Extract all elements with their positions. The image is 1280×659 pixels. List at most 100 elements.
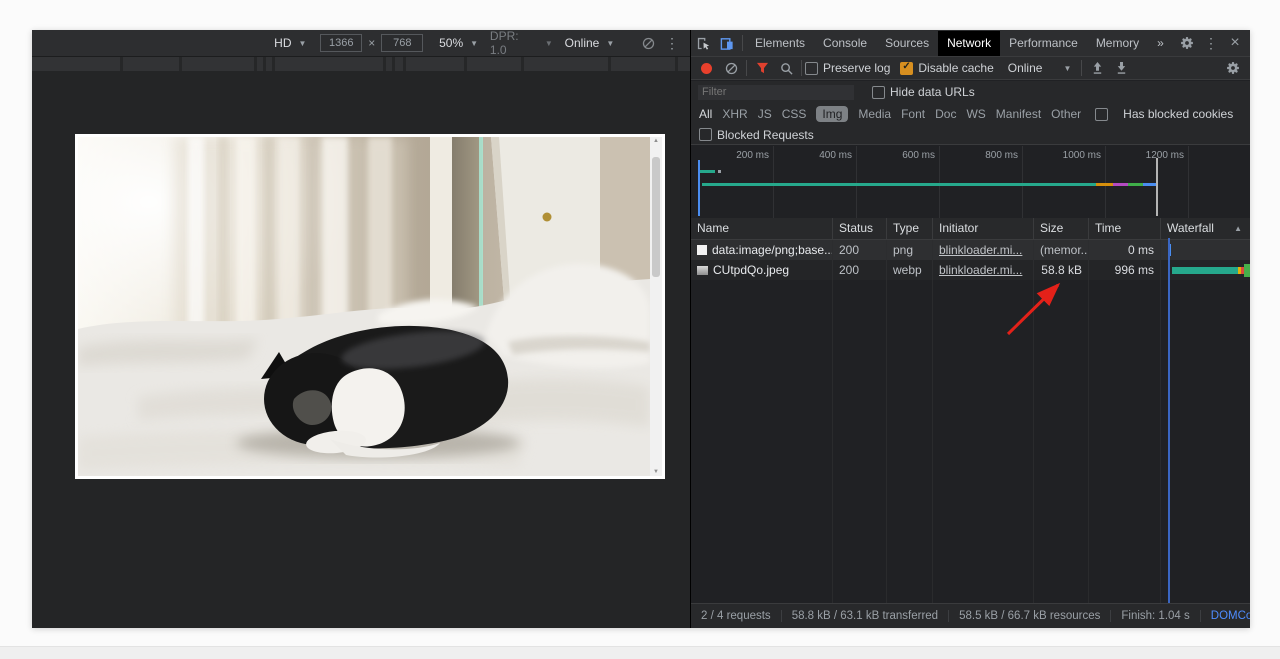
gear-icon[interactable] — [1221, 56, 1245, 80]
filter-funnel-icon[interactable] — [750, 56, 774, 80]
hide-data-urls-checkbox[interactable] — [872, 86, 885, 99]
timeline-tick: 1200 ms — [1124, 150, 1184, 161]
dimension-times-label: × — [368, 36, 375, 50]
request-size: (memor... — [1034, 240, 1089, 260]
resources-size: 58.5 kB / 66.7 kB resources — [949, 610, 1111, 622]
filter-input[interactable] — [698, 85, 854, 100]
search-icon[interactable] — [774, 56, 798, 80]
type-filter-css[interactable]: CSS — [782, 107, 807, 121]
request-name: CUtpdQo.jpeg — [713, 260, 789, 280]
gear-icon[interactable] — [1175, 31, 1199, 55]
request-waterfall-cell — [1161, 240, 1250, 260]
timeline-tick: 600 ms — [875, 150, 935, 161]
record-icon[interactable] — [701, 63, 712, 74]
table-header-row: Name Status Type Initiator Size Time Wat… — [691, 218, 1250, 240]
page-header-strip — [32, 57, 690, 71]
request-time: 0 ms — [1089, 240, 1161, 260]
requests-table: Name Status Type Initiator Size Time Wat… — [691, 218, 1250, 604]
type-filter-all[interactable]: All — [699, 107, 712, 121]
photo-cat-on-bed — [78, 137, 650, 476]
network-status-bar: 2 / 4 requests 58.8 kB / 63.1 kB transfe… — [691, 603, 1250, 628]
viewport-height-input[interactable] — [381, 34, 423, 52]
close-icon[interactable]: × — [1223, 31, 1247, 55]
page-photo-frame: ▲ ▼ — [75, 134, 665, 479]
tab-network[interactable]: Network — [938, 31, 1000, 56]
import-har-icon[interactable] — [1085, 56, 1109, 80]
sort-ascending-icon: ▲ — [1234, 218, 1242, 239]
type-filter-manifest[interactable]: Manifest — [996, 107, 1041, 121]
chevron-down-icon: ▼ — [470, 39, 478, 48]
throttling-label: Online — [1008, 61, 1043, 75]
timeline-tick: 200 ms — [709, 150, 769, 161]
export-har-icon[interactable] — [1109, 56, 1133, 80]
type-filter-doc[interactable]: Doc — [935, 107, 956, 121]
type-filter-js[interactable]: JS — [758, 107, 772, 121]
devtools-tabbar: Elements Console Sources Network Perform… — [691, 30, 1250, 57]
dcl-marker-line — [698, 160, 700, 216]
column-header-time[interactable]: Time — [1089, 218, 1161, 239]
dpr-dropdown[interactable]: DPR: 1.0 ▼ — [490, 30, 553, 57]
tab-memory[interactable]: Memory — [1087, 31, 1148, 56]
scroll-down-icon[interactable]: ▼ — [653, 468, 659, 476]
timeline-tick: 1000 ms — [1041, 150, 1101, 161]
viewport-width-input[interactable] — [320, 34, 362, 52]
table-row[interactable]: CUtpdQo.jpeg 200 webp blinkloader.mi... … — [691, 260, 1250, 280]
table-row[interactable]: data:image/png;base... 200 png blinkload… — [691, 240, 1250, 260]
inspect-cursor-icon[interactable] — [691, 31, 715, 55]
type-filter-ws[interactable]: WS — [966, 107, 985, 121]
tab-sources[interactable]: Sources — [876, 31, 938, 56]
scrollbar-thumb[interactable] — [652, 157, 660, 277]
request-initiator-link[interactable]: blinkloader.mi... — [939, 243, 1022, 257]
data-url-file-icon — [697, 245, 707, 255]
request-waterfall-cell — [1161, 260, 1250, 280]
device-throttle-dropdown[interactable]: Online ▼ — [565, 36, 615, 50]
column-header-waterfall[interactable]: Waterfall ▲ — [1161, 218, 1250, 239]
overview-bar-request-2 — [702, 183, 1096, 186]
requests-count: 2 / 4 requests — [691, 610, 782, 622]
photo-scrollbar[interactable]: ▲ ▼ — [650, 137, 662, 476]
has-blocked-cookies-checkbox[interactable] — [1095, 108, 1108, 121]
type-filter-other[interactable]: Other — [1051, 107, 1081, 121]
scroll-up-icon[interactable]: ▲ — [653, 137, 659, 145]
blocked-requests-checkbox[interactable] — [699, 128, 712, 141]
column-header-status[interactable]: Status — [833, 218, 887, 239]
request-status: 200 — [833, 240, 887, 260]
finish-marker-line — [1156, 158, 1158, 216]
request-size: 58.8 kB — [1034, 260, 1089, 280]
blocked-requests-row: Blocked Requests — [691, 125, 1250, 145]
device-toolbar-icon[interactable] — [715, 31, 739, 55]
disable-cache-checkbox[interactable] — [900, 62, 913, 75]
kebab-menu-icon[interactable]: ⋮ — [1199, 31, 1223, 55]
blocked-requests-label: Blocked Requests — [717, 128, 814, 142]
preserve-log-checkbox[interactable] — [805, 62, 818, 75]
type-filter-media[interactable]: Media — [858, 107, 891, 121]
throttling-dropdown[interactable]: Online ▼ — [1008, 61, 1072, 75]
tab-performance[interactable]: Performance — [1000, 31, 1087, 56]
type-filter-img[interactable]: Img — [816, 106, 848, 122]
kebab-menu-icon[interactable]: ⋮ — [660, 31, 684, 55]
column-header-size[interactable]: Size — [1034, 218, 1089, 239]
waterfall-dcl-marker-line — [1168, 238, 1170, 604]
device-preset-dropdown[interactable]: HD ▼ — [274, 36, 306, 50]
clear-icon[interactable] — [719, 56, 743, 80]
column-header-name[interactable]: Name — [691, 218, 833, 239]
chevron-down-icon: ▼ — [299, 39, 307, 48]
filter-row: Hide data URLs — [691, 81, 1250, 103]
zoom-dropdown[interactable]: 50% ▼ — [439, 36, 478, 50]
type-filter-xhr[interactable]: XHR — [722, 107, 747, 121]
browser-window: HD ▼ × 50% ▼ DPR: 1.0 ▼ Online ▼ — [32, 30, 1250, 628]
column-header-initiator[interactable]: Initiator — [933, 218, 1034, 239]
more-tabs-button[interactable]: » — [1148, 31, 1173, 56]
tab-console[interactable]: Console — [814, 31, 876, 56]
tab-elements[interactable]: Elements — [746, 31, 814, 56]
request-initiator-link[interactable]: blinkloader.mi... — [939, 263, 1022, 277]
hide-data-urls-label: Hide data URLs — [890, 85, 975, 99]
block-icon[interactable] — [636, 31, 660, 55]
network-overview-timeline[interactable]: 200 ms 400 ms 600 ms 800 ms 1000 ms 1200… — [691, 146, 1250, 219]
emulated-viewport: HD ▼ × 50% ▼ DPR: 1.0 ▼ Online ▼ — [32, 30, 690, 628]
dom-content-loaded-time: DOMContentLoaded: — [1201, 610, 1250, 622]
chevron-down-icon: ▼ — [606, 39, 614, 48]
type-filter-font[interactable]: Font — [901, 107, 925, 121]
column-header-type[interactable]: Type — [887, 218, 933, 239]
timeline-tick: 400 ms — [792, 150, 852, 161]
